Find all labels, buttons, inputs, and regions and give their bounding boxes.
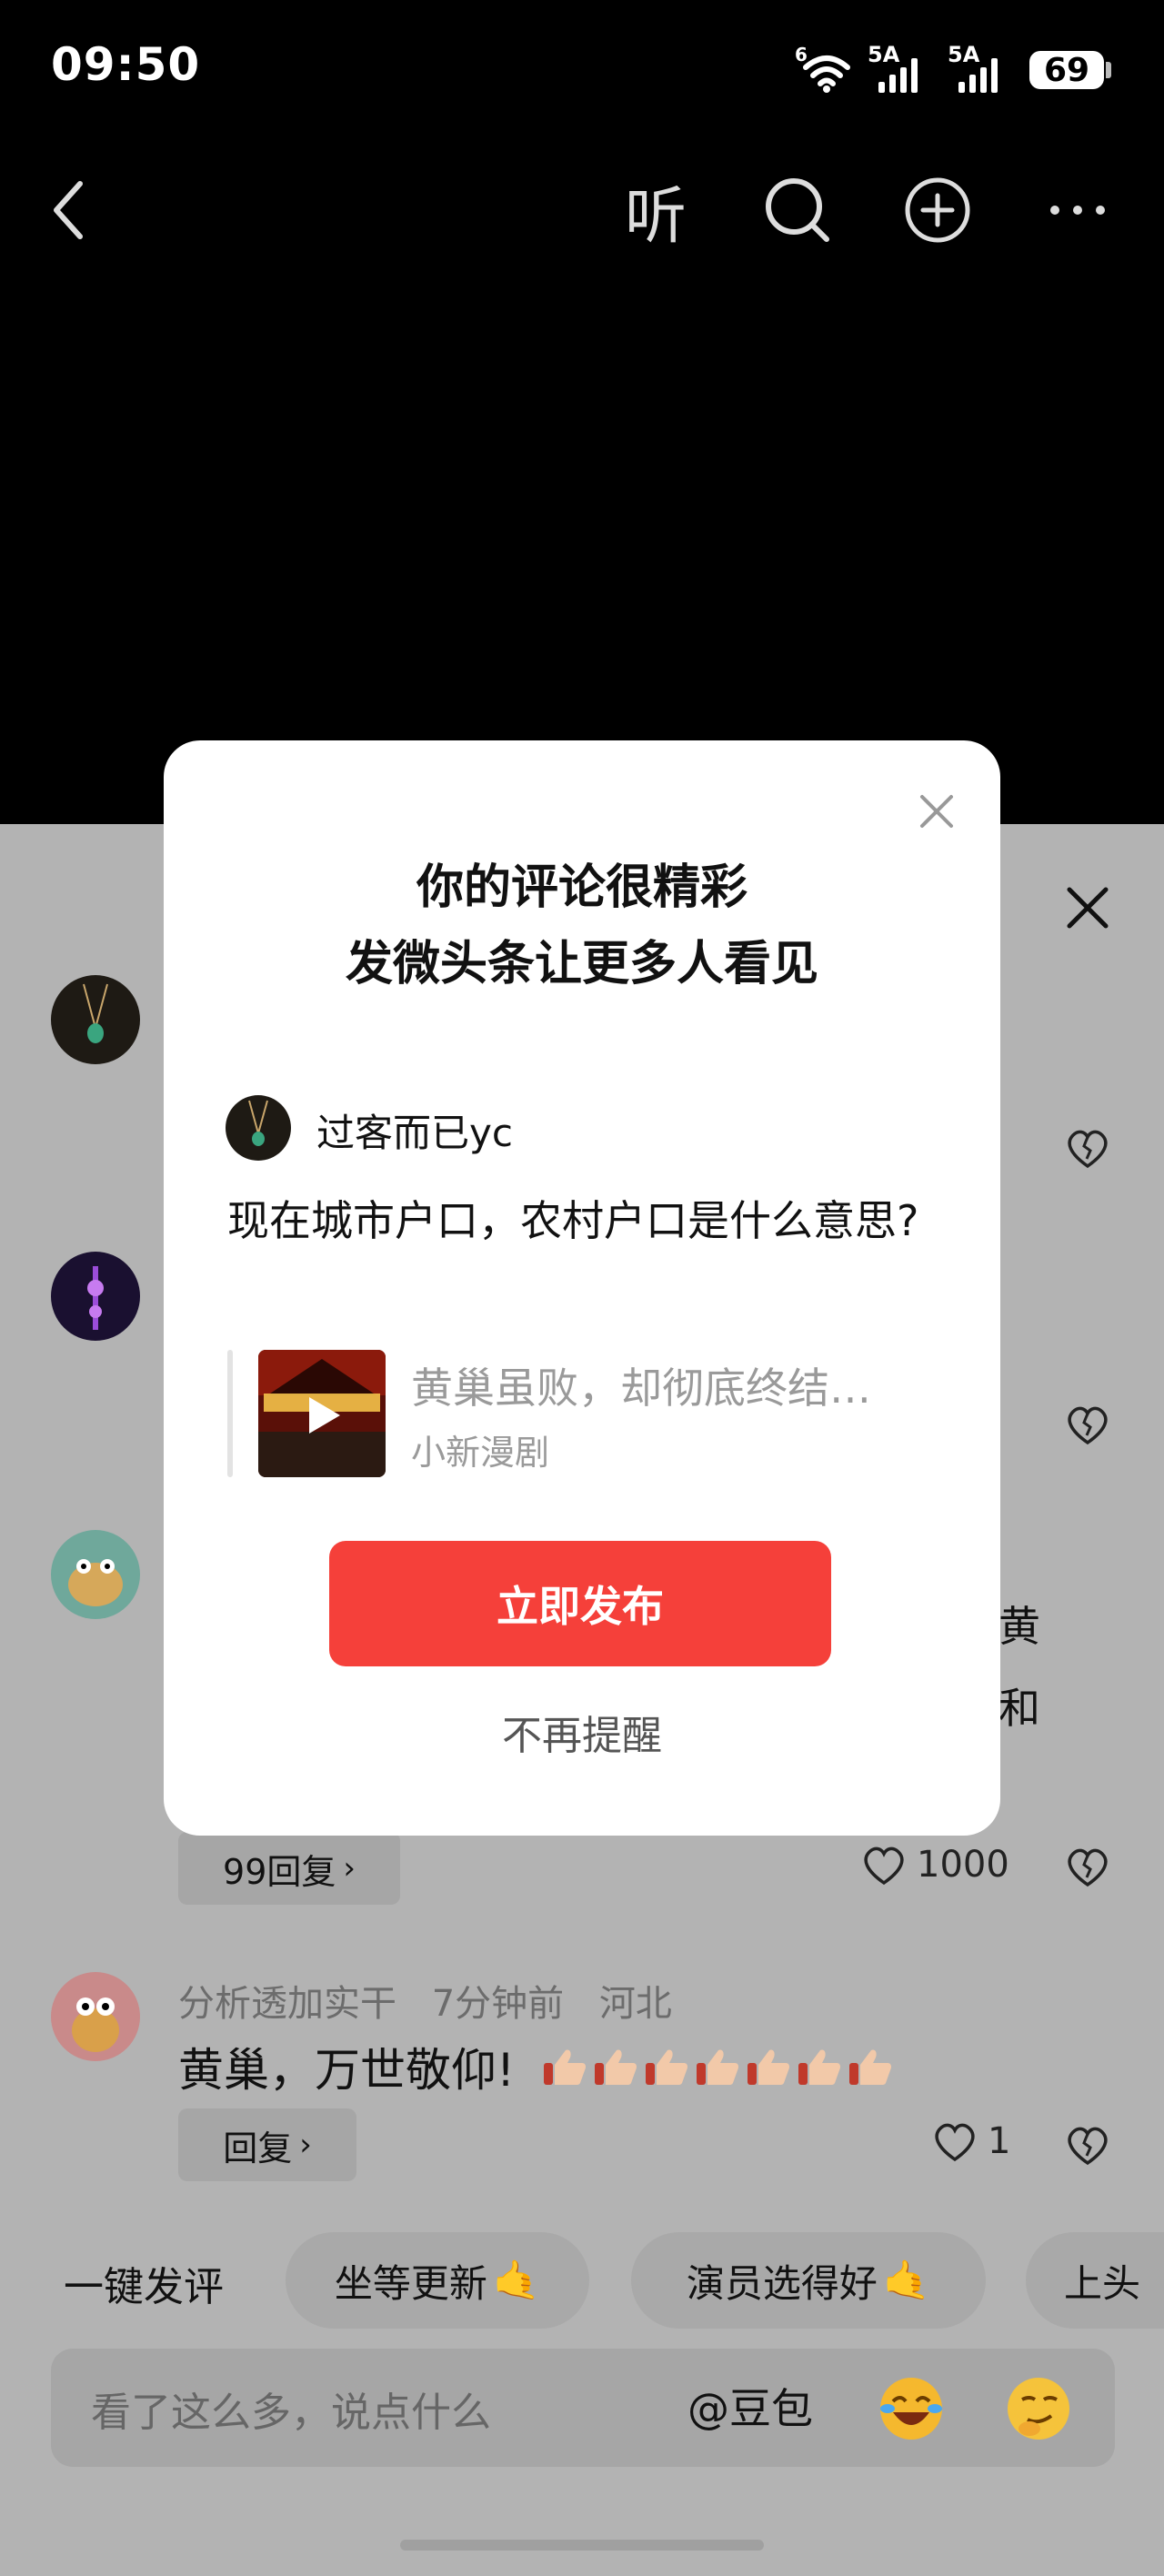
chip-label: 上头 (1064, 2260, 1141, 2306)
dislike-button[interactable] (1062, 1841, 1113, 1892)
reply-button[interactable]: 回复 › (178, 2108, 356, 2181)
comment-username[interactable]: 分析透加实干 (178, 1983, 396, 2025)
thumbs-up-icon (798, 2049, 841, 2085)
avatar[interactable] (51, 975, 140, 1064)
back-icon (54, 181, 83, 239)
comment-time: 7分钟前 (431, 1983, 565, 2025)
share-prompt-dialog: 你的评论很精彩 发微头条让更多人看见 过客而已yc 现在城市户口，农村户口是什么… (164, 740, 1000, 1836)
thumbs-up-icon-row (542, 2047, 893, 2087)
add-button[interactable] (897, 169, 978, 251)
post-username: 过客而已yc (316, 1111, 513, 1155)
heart-icon (935, 2123, 975, 2162)
call-me-hand-icon: 🤙 (492, 2258, 541, 2302)
play-icon (327, 1401, 358, 1432)
wifi-badge: 6 (795, 44, 808, 65)
broken-heart-icon (1068, 1848, 1108, 1887)
quote-title: 黄巢虽败，却彻底终结… (411, 1363, 871, 1413)
back-button[interactable] (27, 169, 109, 251)
comment-location: 河北 (598, 1983, 672, 2025)
quote-divider (227, 1350, 233, 1477)
avatar[interactable] (51, 1530, 140, 1619)
chevron-right-icon: › (299, 2127, 312, 2163)
reply-label: 99回复 (223, 1851, 336, 1892)
comment-text-fragment: 黄 (998, 1602, 1040, 1651)
close-icon (920, 795, 953, 828)
dialog-title-line1: 你的评论很精彩 (416, 860, 748, 915)
dont-remind-button[interactable]: 不再提醒 (164, 1703, 1000, 1761)
listen-button[interactable]: 听 (615, 169, 697, 253)
like-button[interactable]: 1000 (860, 1843, 1009, 1887)
publish-button[interactable]: 立即发布 (329, 1541, 831, 1666)
status-bar: 09:50 6 5A 5A 69 (0, 0, 1164, 136)
dialog-title: 你的评论很精彩 发微头条让更多人看见 (164, 850, 1000, 1002)
avatar[interactable] (51, 1252, 140, 1341)
like-count: 1 (988, 2120, 1011, 2162)
battery-tip (1106, 62, 1111, 78)
comment-input[interactable]: 看了这么多，说点什么 (91, 2380, 491, 2438)
signal-icon-1: 5A (868, 42, 931, 93)
sheet-close-button[interactable] (1062, 882, 1113, 933)
chevron-right-icon: › (343, 1850, 356, 1887)
laugh-emoji-icon[interactable] (875, 2372, 948, 2445)
reply-button[interactable]: 99回复 › (178, 1832, 400, 1905)
status-time: 09:50 (51, 38, 201, 91)
home-indicator (400, 2540, 764, 2551)
comment-text-fragment: 和 (998, 1684, 1040, 1733)
video-thumbnail (258, 1350, 386, 1477)
comment-body: 黄巢，万世敬仰! (178, 2044, 516, 2097)
smug-emoji-icon[interactable] (1002, 2372, 1075, 2445)
broken-heart-icon (1068, 1406, 1108, 1445)
dislike-button[interactable] (1062, 1122, 1113, 1173)
like-count: 1000 (917, 1844, 1009, 1886)
dislike-button[interactable] (1062, 1399, 1113, 1450)
comment-text: 黄巢，万世敬仰! (178, 2034, 893, 2099)
dialog-title-line2: 发微头条让更多人看见 (345, 937, 818, 991)
thumbs-up-icon (748, 2049, 790, 2085)
signal-icon-2: 5A (948, 42, 1011, 93)
like-button[interactable]: 1 (931, 2119, 1010, 2163)
broken-heart-icon (1068, 1130, 1108, 1169)
heart-icon (864, 1846, 904, 1886)
search-icon (766, 178, 829, 242)
dialog-close-button[interactable] (909, 784, 964, 839)
thumbs-up-icon (697, 2049, 739, 2085)
search-button[interactable] (757, 169, 838, 251)
quick-comment-chip[interactable]: 演员选得好 🤙 (631, 2232, 986, 2329)
dislike-button[interactable] (1062, 2119, 1113, 2170)
at-doubao-button[interactable]: @豆包 (687, 2376, 813, 2436)
quick-comment-chip[interactable]: 上头 (1026, 2232, 1164, 2329)
quote-source: 小新漫剧 (411, 1433, 550, 1473)
more-icon (1050, 206, 1105, 215)
thumbs-up-icon (544, 2049, 587, 2085)
call-me-hand-icon: 🤙 (882, 2258, 931, 2302)
reply-label: 回复 (223, 2128, 293, 2168)
battery-indicator: 69 (1029, 51, 1104, 89)
chip-label: 演员选得好 (686, 2260, 878, 2306)
add-icon (905, 177, 970, 243)
wifi-icon: 6 (795, 44, 858, 93)
avatar (226, 1095, 291, 1161)
quick-comment-chip[interactable]: 坐等更新 🤙 (286, 2232, 589, 2329)
close-icon (1067, 887, 1109, 929)
chip-label: 坐等更新 (334, 2260, 487, 2306)
thumbs-up-icon (646, 2049, 688, 2085)
broken-heart-icon (1068, 2127, 1108, 2166)
comment-meta: 分析透加实干 7分钟前 河北 (178, 1974, 672, 2027)
quick-comment-label: 一键发评 (64, 2264, 224, 2310)
thumbs-up-icon (849, 2049, 892, 2085)
more-button[interactable] (1037, 169, 1119, 251)
avatar[interactable] (51, 1972, 140, 2061)
thumbs-up-icon (595, 2049, 637, 2085)
post-text: 现在城市户口，农村户口是什么意思? (227, 1196, 919, 1245)
